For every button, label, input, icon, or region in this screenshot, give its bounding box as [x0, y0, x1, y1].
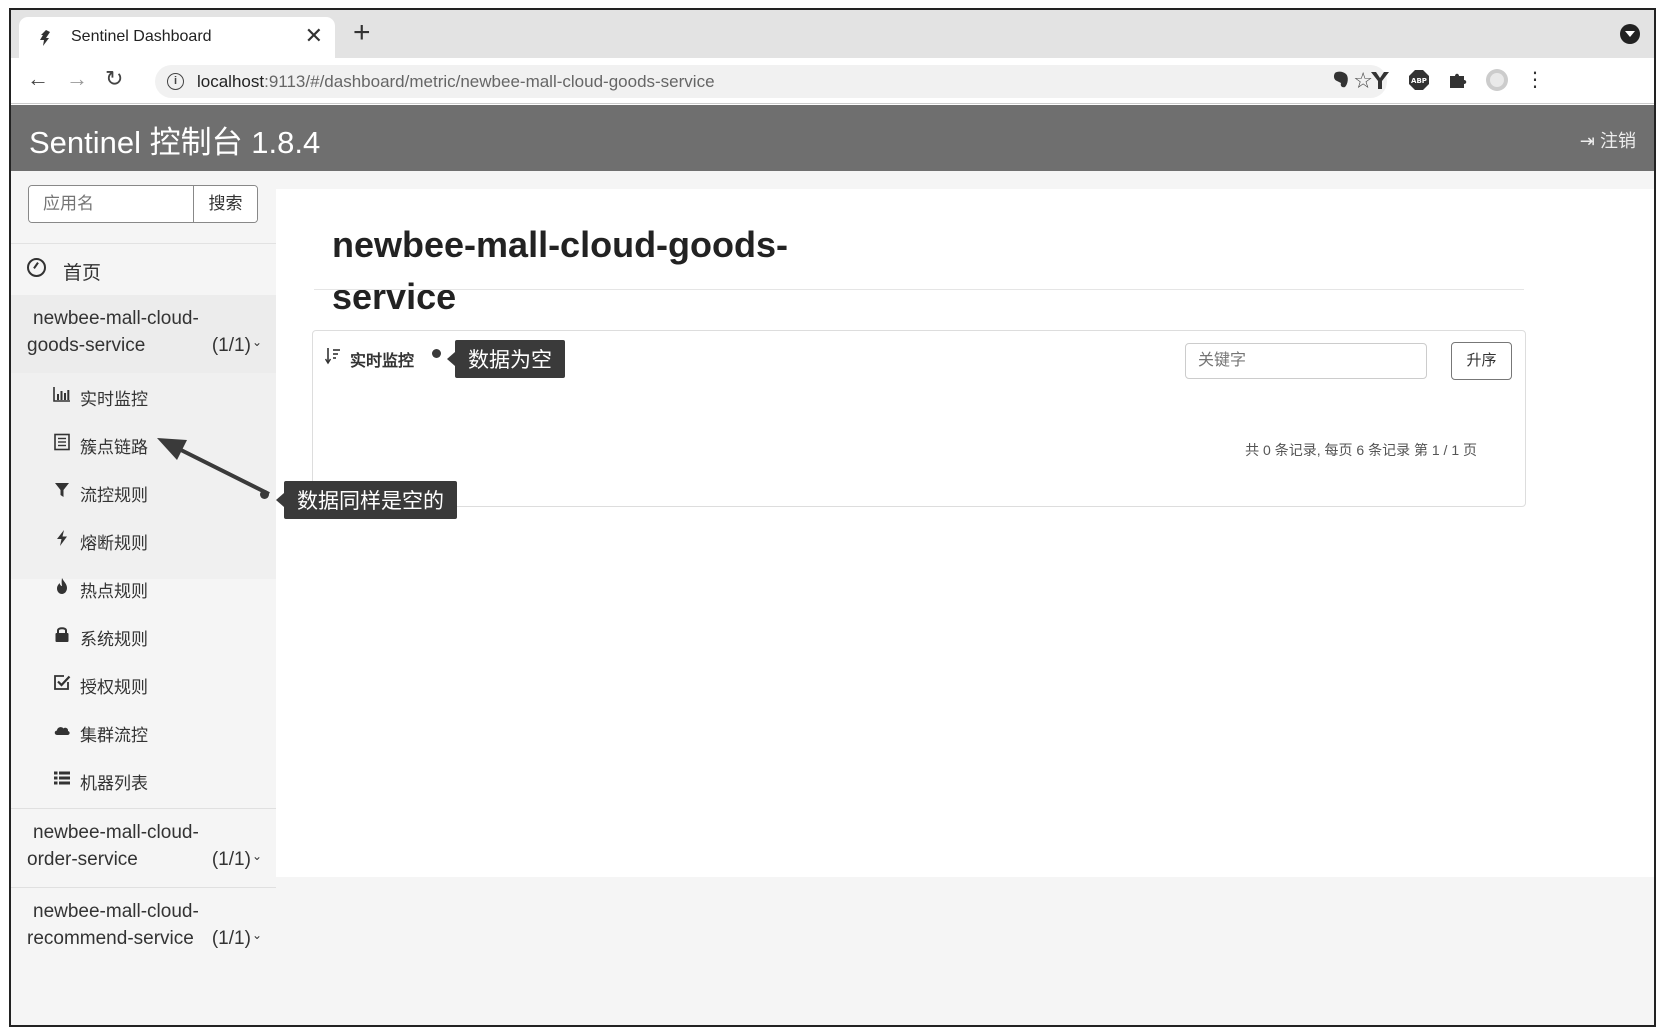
sidebar-item-label: 簇点链路: [80, 438, 148, 457]
address-toolbar: ← → ↻ i localhost:9113/#/dashboard/metri…: [11, 58, 1654, 104]
sidebar-item-authority-rules[interactable]: 授权规则: [11, 661, 276, 709]
dashboard-icon: [27, 258, 46, 277]
back-icon[interactable]: ←: [27, 66, 49, 92]
browser-window: Sentinel Dashboard ✕ + ← → ↻ i localhost…: [9, 8, 1656, 1027]
sidebar-item-label: 熔断规则: [80, 534, 148, 553]
logout-label: 注销: [1600, 131, 1636, 151]
sentinel-favicon-icon: [40, 30, 50, 46]
logout-button[interactable]: ⇥ 注销: [1580, 127, 1636, 153]
filter-icon: [55, 483, 69, 497]
page-title-line2: service: [332, 276, 457, 317]
app-name-line2: goods-service: [27, 335, 146, 356]
page-title: newbee-mall-cloud-goods- service: [332, 219, 872, 323]
app-search: 搜索: [28, 185, 258, 223]
app-instance-count: (1/1)⌄: [211, 928, 262, 949]
sidebar-item-label: 系统规则: [80, 630, 148, 649]
app-search-input[interactable]: [29, 186, 193, 222]
puzzle-icon[interactable]: [1446, 68, 1470, 92]
annotation-dot: [432, 349, 441, 358]
annotation-empty-data: 数据为空: [447, 340, 565, 378]
app-name-line2: order-service: [27, 849, 138, 870]
app-header-recommend-service[interactable]: newbee-mall-cloud- recommend-service (1/…: [11, 887, 276, 965]
list-bullets-icon: [54, 771, 70, 785]
main-area: newbee-mall-cloud-goods- service 实时监控 升序…: [276, 171, 1654, 1025]
sidebar-item-machine-list[interactable]: 机器列表: [11, 757, 276, 805]
sidebar-item-system-rules[interactable]: 系统规则: [11, 613, 276, 661]
app-instance-count: (1/1)⌄: [211, 335, 262, 356]
forward-icon[interactable]: →: [66, 66, 88, 92]
fire-icon: [57, 578, 67, 594]
tab-close-icon[interactable]: ✕: [305, 23, 323, 49]
url-host: localhost: [197, 72, 265, 91]
evernote-icon[interactable]: [1329, 68, 1353, 92]
sidebar-item-hotspot-rules[interactable]: 热点规则: [11, 565, 276, 613]
app-name-line1: newbee-mall-cloud-: [33, 308, 199, 329]
bar-chart-icon: [53, 387, 70, 402]
list-icon: [54, 433, 70, 451]
site-info-icon[interactable]: i: [167, 73, 184, 90]
sidebar-item-label: 首页: [63, 263, 102, 284]
sidebar-item-degrade-rules[interactable]: 熔断规则: [11, 517, 276, 565]
abp-icon[interactable]: ABP: [1407, 68, 1431, 92]
sidebar-item-label: 机器列表: [80, 774, 148, 793]
check-square-icon: [54, 675, 71, 690]
sort-ascending-button[interactable]: 升序: [1451, 342, 1512, 380]
app-name-line2: recommend-service: [27, 928, 194, 949]
chevron-down-icon: ⌄: [251, 849, 262, 863]
sidebar-item-home[interactable]: 首页: [11, 243, 276, 295]
app-name-line1: newbee-mall-cloud-: [33, 822, 199, 843]
sidebar: 搜索 首页 newbee-mall-cloud- goods-service (…: [11, 171, 276, 1025]
sidebar-item-label: 实时监控: [80, 390, 148, 409]
search-button[interactable]: 搜索: [193, 186, 257, 222]
url-bar[interactable]: i localhost:9113/#/dashboard/metric/newb…: [155, 65, 1387, 98]
sort-amount-icon: [325, 348, 340, 365]
annotation-dot: [260, 490, 269, 499]
reload-icon[interactable]: ↻: [105, 66, 123, 92]
sidebar-item-label: 授权规则: [80, 678, 148, 697]
panel-title: 实时监控: [350, 353, 415, 370]
app-header: Sentinel 控制台 1.8.4 ⇥ 注销: [11, 105, 1654, 171]
sidebar-item-label: 流控规则: [80, 486, 148, 505]
annotation-same-empty: 数据同样是空的: [276, 481, 457, 519]
menu-icon[interactable]: ⋮: [1523, 68, 1547, 92]
brand-title[interactable]: Sentinel 控制台 1.8.4: [29, 117, 320, 162]
new-tab-button[interactable]: +: [353, 16, 371, 50]
browser-tab[interactable]: Sentinel Dashboard ✕: [19, 17, 335, 58]
cloud-icon: [54, 727, 70, 735]
tab-strip: Sentinel Dashboard ✕ +: [11, 10, 1654, 58]
app-instance-count: (1/1)⌄: [211, 849, 262, 870]
app-header-goods-service[interactable]: newbee-mall-cloud- goods-service (1/1)⌄: [11, 295, 276, 373]
bolt-icon: [57, 530, 67, 546]
keyword-input[interactable]: [1185, 343, 1427, 379]
page-title-line1: newbee-mall-cloud-goods-: [332, 224, 789, 265]
url-path: :9113/#/dashboard/metric/newbee-mall-clo…: [264, 72, 715, 91]
tab-search-icon[interactable]: [1620, 24, 1640, 44]
logout-icon: ⇥: [1579, 131, 1595, 151]
profile-icon[interactable]: [1485, 68, 1509, 92]
y-icon[interactable]: [1368, 68, 1392, 92]
sidebar-item-realtime-monitor[interactable]: 实时监控: [11, 373, 276, 421]
content-card: newbee-mall-cloud-goods- service 实时监控 升序…: [276, 189, 1654, 877]
svg-text:ABP: ABP: [1411, 77, 1427, 85]
lock-icon: [55, 627, 69, 642]
sidebar-item-label: 热点规则: [80, 582, 148, 601]
chevron-down-icon: ⌄: [251, 335, 262, 349]
tab-title: Sentinel Dashboard: [71, 28, 212, 45]
url-text[interactable]: localhost:9113/#/dashboard/metric/newbee…: [197, 72, 715, 92]
title-divider: [314, 289, 1524, 290]
chevron-down-icon: ⌄: [251, 928, 262, 942]
app-name-line1: newbee-mall-cloud-: [33, 901, 199, 922]
sidebar-item-label: 集群流控: [80, 726, 148, 745]
sidebar-item-cluster-flow[interactable]: 集群流控: [11, 709, 276, 757]
app-header-order-service[interactable]: newbee-mall-cloud- order-service (1/1)⌄: [11, 808, 276, 886]
pagination-info: 共 0 条记录, 每页 6 条记录 第 1 / 1 页: [1245, 442, 1477, 458]
